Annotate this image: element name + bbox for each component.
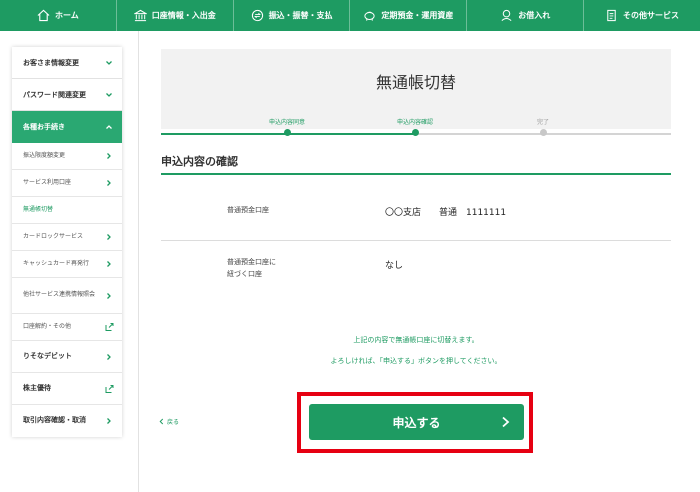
chevron-right-icon — [107, 234, 111, 240]
chevron-right-icon — [502, 416, 510, 428]
chevron-right-icon — [107, 418, 111, 424]
sidebar: お客さま情報変更 パスワード関連変更 各種お手続き 振込限度額変更 サービス利用… — [12, 47, 122, 437]
step-label-3: 完了 — [536, 119, 549, 126]
step-indicator: 無通帳切替 申込内容同意 申込内容確認 完了 — [161, 49, 671, 136]
nav-home-label: ホーム — [55, 11, 79, 20]
nav-loan-label: お借入れ — [518, 11, 551, 20]
nav-other[interactable]: その他サービス — [584, 0, 700, 31]
sidebar-subitem-card-lock[interactable]: カードロックサービス — [12, 224, 122, 251]
step-label-2: 申込内容確認 — [396, 119, 433, 126]
confirm-note-line-2: よろしければ、「申込する」ボタンを押してください。 — [330, 357, 502, 365]
chevron-down-icon — [106, 60, 112, 65]
submit-button-label: 申込する — [392, 415, 441, 430]
nav-account-label: 口座情報・入出金 — [151, 11, 216, 20]
sidebar-item-debit[interactable]: りそなデビット — [12, 341, 122, 373]
chevron-right-icon — [107, 261, 111, 267]
info-label: 普通預金口座に 紐づく口座 — [227, 257, 276, 281]
sidebar-subitem-label: 振込限度額変更 — [23, 151, 66, 159]
sidebar-item-shareholder[interactable]: 株主優待 — [12, 373, 122, 405]
step-label-1: 申込内容同意 — [268, 119, 305, 126]
sidebar-subitem-label: 無通帳切替 — [23, 205, 54, 213]
sidebar-subitem-label: サービス利用口座 — [23, 178, 72, 186]
info-row-linked-account: 普通預金口座に 紐づく口座 なし — [161, 241, 671, 309]
nav-deposit[interactable]: 定期預金・運用資産 — [350, 0, 468, 31]
sidebar-item-procedures[interactable]: 各種お手続き — [12, 111, 122, 143]
chevron-down-icon — [106, 92, 112, 97]
nav-loan[interactable]: お借入れ — [467, 0, 585, 31]
info-label-line: 紐づく口座 — [227, 269, 262, 278]
sidebar-item-label: 株主優待 — [23, 383, 51, 392]
back-link-label: 戻る — [167, 419, 180, 426]
chevron-right-icon — [107, 180, 111, 186]
sidebar-subitem-service-account[interactable]: サービス利用口座 — [12, 170, 122, 197]
piggybank-icon — [364, 11, 376, 21]
chevron-left-icon — [159, 418, 164, 425]
step-dot-3 — [540, 129, 547, 136]
sidebar-item-label: 各種お手続き — [23, 123, 65, 131]
home-icon — [37, 9, 50, 22]
sidebar-subitem-passbookless[interactable]: 無通帳切替 — [12, 197, 122, 224]
confirm-note-line-1: 上記の内容で無通帳口座に切替えます。 — [353, 336, 479, 344]
nav-deposit-label: 定期預金・運用資産 — [381, 11, 454, 20]
sidebar-subitem-transfer-limit[interactable]: 振込限度額変更 — [12, 143, 122, 170]
top-nav: ホーム 口座情報・入出金 振込・振替・支払 定期預金・運用資産 お借入れ その他… — [0, 0, 700, 31]
sidebar-item-label: お客さま情報変更 — [23, 58, 79, 67]
external-link-icon — [105, 323, 114, 331]
sidebar-subitem-external-service[interactable]: 他社サービス連携情報照会 — [12, 278, 122, 314]
step-dot-2 — [412, 129, 419, 136]
nav-transfer-label: 振込・振替・支払 — [268, 11, 333, 20]
sidebar-item-label: パスワード関連変更 — [23, 90, 86, 99]
sidebar-item-label: りそなデビット — [23, 351, 72, 360]
sidebar-item-transaction-check[interactable]: 取引内容確認・取消 — [12, 405, 122, 437]
document-icon — [607, 9, 616, 22]
main-content: 無通帳切替 申込内容同意 申込内容確認 完了 申込内容の確認 普通預金口座 〇〇… — [138, 31, 700, 492]
info-row-account: 普通預金口座 〇〇支店 普通 1111111 — [161, 175, 671, 241]
submit-button[interactable]: 申込する — [309, 404, 524, 440]
info-value: 〇〇支店 普通 1111111 — [385, 208, 507, 218]
sidebar-subitem-label: カードロックサービス — [23, 232, 84, 240]
transfer-icon — [251, 9, 263, 22]
back-link[interactable]: 戻る — [159, 417, 179, 426]
info-value: なし — [385, 261, 404, 271]
section-title: 申込内容の確認 — [161, 155, 238, 168]
nav-account[interactable]: 口座情報・入出金 — [117, 0, 234, 31]
info-label: 普通預金口座 — [227, 206, 269, 214]
nav-other-label: その他サービス — [623, 11, 680, 20]
external-link-icon — [105, 384, 114, 393]
bank-icon — [133, 9, 147, 22]
sidebar-subitem-card-reissue[interactable]: キャッシュカード再発行 — [12, 251, 122, 278]
sidebar-item-password[interactable]: パスワード関連変更 — [12, 79, 122, 111]
sidebar-item-customer-info[interactable]: お客さま情報変更 — [12, 47, 122, 79]
sidebar-item-label: 取引内容確認・取消 — [23, 416, 86, 425]
info-label-line: 普通預金口座に — [227, 258, 276, 266]
chevron-right-icon — [107, 292, 111, 299]
sidebar-subitem-label: キャッシュカード再発行 — [23, 259, 90, 267]
loan-icon — [501, 9, 512, 22]
nav-transfer[interactable]: 振込・振替・支払 — [234, 0, 351, 31]
sidebar-subitem-label: 口座解約・その他 — [23, 322, 72, 330]
page-title: 無通帳切替 — [375, 73, 456, 92]
sidebar-subitem-label: 他社サービス連携情報照会 — [23, 291, 96, 299]
sidebar-subitem-close-account[interactable]: 口座解約・その他 — [12, 314, 122, 341]
nav-home[interactable]: ホーム — [0, 0, 117, 31]
step-dot-1 — [284, 129, 291, 136]
chevron-right-icon — [107, 153, 111, 159]
chevron-right-icon — [107, 353, 111, 360]
chevron-up-icon — [106, 125, 112, 129]
